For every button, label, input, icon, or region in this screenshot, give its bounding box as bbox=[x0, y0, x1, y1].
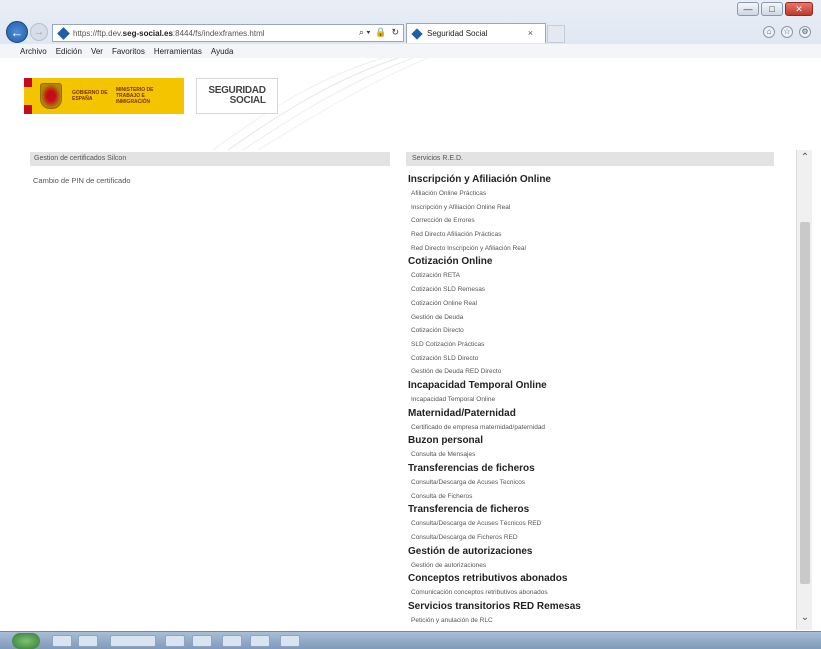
tab-close-icon[interactable]: × bbox=[528, 28, 533, 38]
service-link[interactable]: Afiliación Online Prácticas bbox=[408, 187, 778, 201]
service-link[interactable]: Consulta/Descarga de Acuses Técnicos RED bbox=[408, 517, 778, 531]
maximize-button[interactable]: □ bbox=[761, 2, 783, 16]
section-title: Cotización Online bbox=[408, 256, 493, 268]
left-panel-header: Gestion de certificados Silcon bbox=[30, 152, 390, 166]
browser-tab[interactable]: Seguridad Social × bbox=[406, 23, 546, 43]
service-link[interactable]: Comunicación conceptos retributivos abon… bbox=[408, 586, 778, 600]
page-scrollbar[interactable]: ⌃ ⌄ bbox=[796, 150, 812, 630]
home-icon[interactable]: ⌂ bbox=[763, 26, 775, 38]
taskbar-item[interactable] bbox=[165, 635, 185, 647]
os-taskbar bbox=[0, 631, 821, 649]
menu-ayuda[interactable]: Ayuda bbox=[211, 47, 234, 56]
url-scheme: https:// bbox=[73, 28, 98, 38]
forward-button[interactable]: → bbox=[30, 23, 48, 41]
ss-logo-line2: SOCIAL bbox=[229, 95, 266, 106]
services-list: Inscripción y Afiliación Online Afiliació… bbox=[408, 173, 778, 628]
settings-gear-icon[interactable]: ⚙ bbox=[799, 26, 811, 38]
taskbar-item[interactable] bbox=[110, 635, 156, 647]
taskbar-item[interactable] bbox=[52, 635, 72, 647]
scroll-thumb[interactable] bbox=[800, 222, 810, 584]
service-link[interactable]: Red Directo Inscripción y Afiliación Rea… bbox=[408, 242, 778, 256]
menu-bar: Archivo Edición Ver Favoritos Herramient… bbox=[0, 44, 821, 58]
service-link[interactable]: Cotización SLD Directo bbox=[408, 352, 778, 366]
menu-edicion[interactable]: Edición bbox=[56, 47, 82, 56]
menu-herramientas[interactable]: Herramientas bbox=[154, 47, 202, 56]
favorites-star-icon[interactable]: ☆ bbox=[781, 26, 793, 38]
section-title: Conceptos retributivos abonados bbox=[408, 573, 568, 585]
section-title: Maternidad/Paternidad bbox=[408, 407, 516, 419]
service-link[interactable]: Consulta/Descarga de Acuses Tecnicos bbox=[408, 476, 778, 490]
service-link[interactable]: Consulta de Mensajes bbox=[408, 448, 778, 462]
window-controls: — □ ✕ bbox=[737, 2, 813, 16]
taskbar-item[interactable] bbox=[250, 635, 270, 647]
gov-logo-text: GOBIERNO DE ESPAÑA bbox=[72, 90, 108, 102]
scroll-up-arrow-icon[interactable]: ⌃ bbox=[797, 152, 813, 166]
refresh-icon[interactable]: ↻ bbox=[391, 27, 399, 38]
seguridad-social-logo: SEGURIDAD SOCIAL bbox=[196, 78, 278, 114]
spain-flag-icon bbox=[24, 78, 32, 114]
service-link[interactable]: Gestión de Deuda bbox=[408, 311, 778, 325]
service-link[interactable]: Certificado de empresa maternidad/patern… bbox=[408, 421, 778, 435]
service-link[interactable]: Red Directo Afiliación Prácticas bbox=[408, 228, 778, 242]
service-link[interactable]: Petición y anulación de RLC bbox=[408, 614, 778, 628]
page-header: GOBIERNO DE ESPAÑA MINISTERIO DE TRABAJO… bbox=[18, 58, 800, 150]
ministry-logo-text: MINISTERIO DE TRABAJO E INMIGRACIÓN bbox=[116, 87, 154, 105]
url-host: seg-social.es bbox=[122, 28, 173, 38]
right-panel-header: Servicios R.E.D. bbox=[406, 152, 774, 166]
service-link[interactable]: Inscripción y Afiliación Online Real bbox=[408, 201, 778, 215]
browser-toolbar-icons: ⌂ ☆ ⚙ bbox=[763, 26, 811, 38]
service-link[interactable]: Gestión de autorizaciones bbox=[408, 559, 778, 573]
section-title: Inscripción y Afiliación Online bbox=[408, 174, 551, 185]
taskbar-item[interactable] bbox=[192, 635, 212, 647]
taskbar-item[interactable] bbox=[78, 635, 98, 647]
lock-icon[interactable]: 🔒 bbox=[375, 27, 386, 38]
back-button[interactable]: ← bbox=[6, 21, 28, 43]
section-title: Transferencias de ficheros bbox=[408, 463, 535, 474]
browser-chrome: — □ ✕ ← → https:// ftp.dev. seg-social.e… bbox=[0, 0, 821, 58]
service-link[interactable]: Consulta/Descarga de Ficheros RED bbox=[408, 531, 778, 545]
service-link[interactable]: Incapacidad Temporal Online bbox=[408, 393, 778, 407]
service-link[interactable]: Gestión de Deuda RED Directo bbox=[408, 365, 778, 379]
section-title: Servicios transitorios RED Remesas bbox=[408, 601, 581, 613]
tab-favicon-icon bbox=[411, 27, 423, 40]
menu-favoritos[interactable]: Favoritos bbox=[112, 47, 145, 56]
government-logo: GOBIERNO DE ESPAÑA MINISTERIO DE TRABAJO… bbox=[24, 78, 184, 114]
service-link[interactable]: SLD Cotización Prácticas bbox=[408, 338, 778, 352]
section-title: Transferencia de ficheros bbox=[408, 504, 530, 516]
url-path: :8444/fs/indexframes.html bbox=[172, 28, 265, 38]
menu-ver[interactable]: Ver bbox=[91, 47, 103, 56]
search-dropdown-icon[interactable]: ⌕ ▾ bbox=[359, 27, 370, 38]
service-link[interactable]: Corrección de Errores bbox=[408, 214, 778, 228]
new-tab-button[interactable] bbox=[547, 25, 565, 43]
section-title: Gestión de autorizaciones bbox=[408, 545, 533, 557]
scroll-down-arrow-icon[interactable]: ⌄ bbox=[797, 612, 813, 626]
minimize-button[interactable]: — bbox=[737, 2, 759, 16]
taskbar-item[interactable] bbox=[222, 635, 242, 647]
section-title: Incapacidad Temporal Online bbox=[408, 379, 547, 391]
address-tools: ⌕ ▾ 🔒 ↻ bbox=[359, 27, 399, 38]
start-button[interactable] bbox=[12, 633, 40, 649]
taskbar-item[interactable] bbox=[280, 635, 300, 647]
menu-archivo[interactable]: Archivo bbox=[20, 47, 47, 56]
service-link[interactable]: Cotización Directo bbox=[408, 324, 778, 338]
coat-of-arms-icon bbox=[40, 83, 62, 109]
navigation-buttons: ← → bbox=[6, 20, 48, 44]
service-link[interactable]: Cotización SLD Remesas bbox=[408, 283, 778, 297]
change-pin-link[interactable]: Cambio de PIN de certificado bbox=[33, 176, 131, 185]
service-link[interactable]: Cotización Online Real bbox=[408, 297, 778, 311]
address-bar[interactable]: https:// ftp.dev. seg-social.es :8444/fs… bbox=[52, 24, 404, 42]
service-link[interactable]: Cotización RETA bbox=[408, 269, 778, 283]
url-host-prefix: ftp.dev. bbox=[97, 28, 123, 38]
close-window-button[interactable]: ✕ bbox=[785, 2, 813, 16]
site-favicon-icon bbox=[57, 26, 70, 40]
service-link[interactable]: Consulta de Ficheros bbox=[408, 490, 778, 504]
section-title: Buzon personal bbox=[408, 435, 484, 447]
tab-title: Seguridad Social bbox=[427, 29, 488, 38]
